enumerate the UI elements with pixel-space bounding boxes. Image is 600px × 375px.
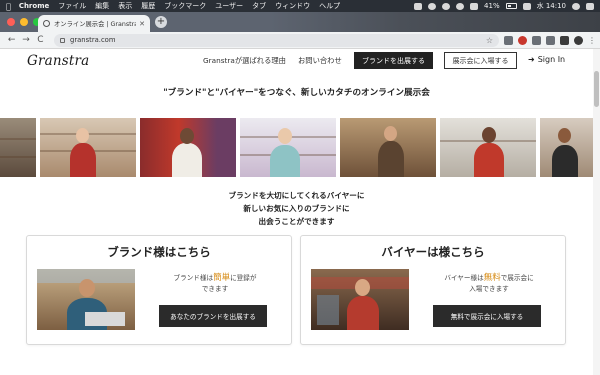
battery-percent: 41% xyxy=(484,2,500,10)
menu-tab[interactable]: タブ xyxy=(252,1,266,11)
macos-menubar:  Chrome ファイル 編集 表示 履歴 ブックマーク ユーザー タブ ウィ… xyxy=(0,0,600,12)
site-logo[interactable]: Granstra xyxy=(27,53,89,69)
page-scrollbar[interactable] xyxy=(593,49,600,375)
web-page: Granstra Granstraが選ばれる理由 お問い合わせ ブランドを出展す… xyxy=(0,49,593,375)
brand-text-accent: 簡単 xyxy=(213,273,231,283)
hero-photo xyxy=(40,118,136,177)
brand-text-line2: できます xyxy=(201,285,229,293)
buyer-card: バイヤーは様こちら バイヤー様は無料で展示会に 入場できます 無料で展示会に入場… xyxy=(300,235,566,345)
theme-background xyxy=(270,12,600,32)
profile-avatar[interactable] xyxy=(574,35,583,45)
wifi-icon[interactable] xyxy=(470,2,479,10)
input-source-icon[interactable] xyxy=(522,2,531,10)
close-window-button[interactable] xyxy=(7,18,15,26)
tab-strip: オンライン展示会 | Granstra(グ ✕ xyxy=(0,12,600,32)
hero-photo-strip xyxy=(0,118,593,177)
globe-icon xyxy=(43,20,50,27)
browser-tab[interactable]: オンライン展示会 | Granstra(グ ✕ xyxy=(38,15,150,32)
bookmark-star-icon[interactable]: ☆ xyxy=(486,36,493,45)
brand-card: ブランド様はこちら ブランド様は簡単に登録が できます あなたのブランドを出展す… xyxy=(26,235,292,345)
buyer-text-before: バイヤー様は xyxy=(444,274,484,282)
menu-app-chrome[interactable]: Chrome xyxy=(19,2,49,10)
status-app-icon[interactable] xyxy=(442,2,451,10)
bluetooth-icon[interactable] xyxy=(456,2,465,10)
hero-photo xyxy=(340,118,436,177)
hero-photo xyxy=(540,118,593,177)
puzzle-icon[interactable] xyxy=(560,35,569,45)
address-bar[interactable]: granstra.com ☆ xyxy=(54,33,499,47)
hero-photo xyxy=(240,118,336,177)
search-icon[interactable] xyxy=(572,2,580,10)
back-button[interactable]: ← xyxy=(6,35,17,45)
sign-in-label: Sign In xyxy=(537,55,566,64)
lead-line: 出会うことができます xyxy=(258,217,335,226)
nav-reason-link[interactable]: Granstraが選ばれる理由 xyxy=(203,56,286,66)
menu-edit[interactable]: 編集 xyxy=(95,1,109,11)
brand-card-image xyxy=(37,269,135,330)
buyer-card-description: バイヤー様は無料で展示会に 入場できます xyxy=(419,273,559,295)
apple-icon[interactable]:  xyxy=(6,2,11,11)
enter-exhibition-button[interactable]: 展示会に入場する xyxy=(444,52,517,69)
lock-icon[interactable] xyxy=(60,37,66,43)
lead-line: 新しいお気に入りのブランドに xyxy=(243,204,350,213)
minimize-window-button[interactable] xyxy=(20,18,28,26)
new-tab-button[interactable]: + xyxy=(155,16,167,28)
battery-icon[interactable] xyxy=(505,3,517,9)
hero-photo xyxy=(440,118,536,177)
menu-window[interactable]: ウィンドウ xyxy=(275,1,310,11)
menu-file[interactable]: ファイル xyxy=(58,1,86,11)
tab-title: オンライン展示会 | Granstra(グ xyxy=(54,21,136,28)
menu-history[interactable]: 履歴 xyxy=(141,1,155,11)
sign-in-icon: ➜ xyxy=(528,55,535,64)
sign-in-link[interactable]: ➜ Sign In xyxy=(528,55,565,64)
brand-text-before: ブランド様は xyxy=(173,274,214,282)
brand-text-after: に登録が xyxy=(230,274,257,282)
menu-help[interactable]: ヘルプ xyxy=(319,1,340,11)
brand-card-description: ブランド様は簡単に登録が できます xyxy=(145,273,285,295)
site-header: Granstra Granstraが選ばれる理由 お問い合わせ ブランドを出展す… xyxy=(0,49,593,74)
menubar-clock[interactable]: 水 14:10 xyxy=(537,1,566,11)
buyer-text-accent: 無料 xyxy=(483,273,501,283)
reload-button[interactable]: C xyxy=(35,35,46,45)
menu-view[interactable]: 表示 xyxy=(118,1,132,11)
extension-icon[interactable] xyxy=(504,35,513,45)
hero-tagline: "ブランド"と"バイヤー"をつなぐ、新しいカタチのオンライン展示会 xyxy=(163,88,430,98)
close-icon[interactable]: ✕ xyxy=(139,20,145,28)
buyer-card-title: バイヤーは様こちら xyxy=(381,245,485,259)
buyer-card-image xyxy=(311,269,409,330)
hero-photo xyxy=(0,118,36,177)
exhibit-brand-button[interactable]: ブランドを出展する xyxy=(354,52,433,69)
forward-button[interactable]: → xyxy=(20,35,31,45)
extension-icon[interactable] xyxy=(518,35,527,45)
control-center-icon[interactable] xyxy=(586,2,594,10)
extensions-area: ⋮ xyxy=(504,35,596,45)
menu-bookmarks[interactable]: ブックマーク xyxy=(164,1,206,11)
brand-card-title: ブランド様はこちら xyxy=(107,245,211,259)
extension-icon[interactable] xyxy=(532,35,541,45)
hero-photo xyxy=(140,118,236,177)
brand-exhibit-button[interactable]: あなたのブランドを出展する xyxy=(159,305,267,327)
window-controls xyxy=(7,18,41,26)
menubar-status-area: 41% 水 14:10 xyxy=(414,1,594,11)
buyer-text-line2: 入場できます xyxy=(469,285,509,293)
buyer-text-after: で展示会に xyxy=(500,274,534,282)
scrollbar-thumb[interactable] xyxy=(594,71,599,107)
status-app-icon[interactable] xyxy=(428,2,437,10)
menu-user[interactable]: ユーザー xyxy=(215,1,243,11)
browser-toolbar: ← → C granstra.com ☆ ⋮ xyxy=(0,32,600,49)
status-app-icon[interactable] xyxy=(414,2,423,10)
lead-line: ブランドを大切にしてくれるバイヤーに xyxy=(228,191,365,200)
url-text[interactable]: granstra.com xyxy=(70,36,486,44)
more-menu-icon[interactable]: ⋮ xyxy=(588,36,596,45)
buyer-enter-button[interactable]: 無料で展示会に入場する xyxy=(433,305,541,327)
lead-text: ブランドを大切にしてくれるバイヤーに 新しいお気に入りのブランドに 出会うことが… xyxy=(0,189,593,228)
nav-contact-link[interactable]: お問い合わせ xyxy=(298,56,342,66)
extension-icon[interactable] xyxy=(546,35,555,45)
